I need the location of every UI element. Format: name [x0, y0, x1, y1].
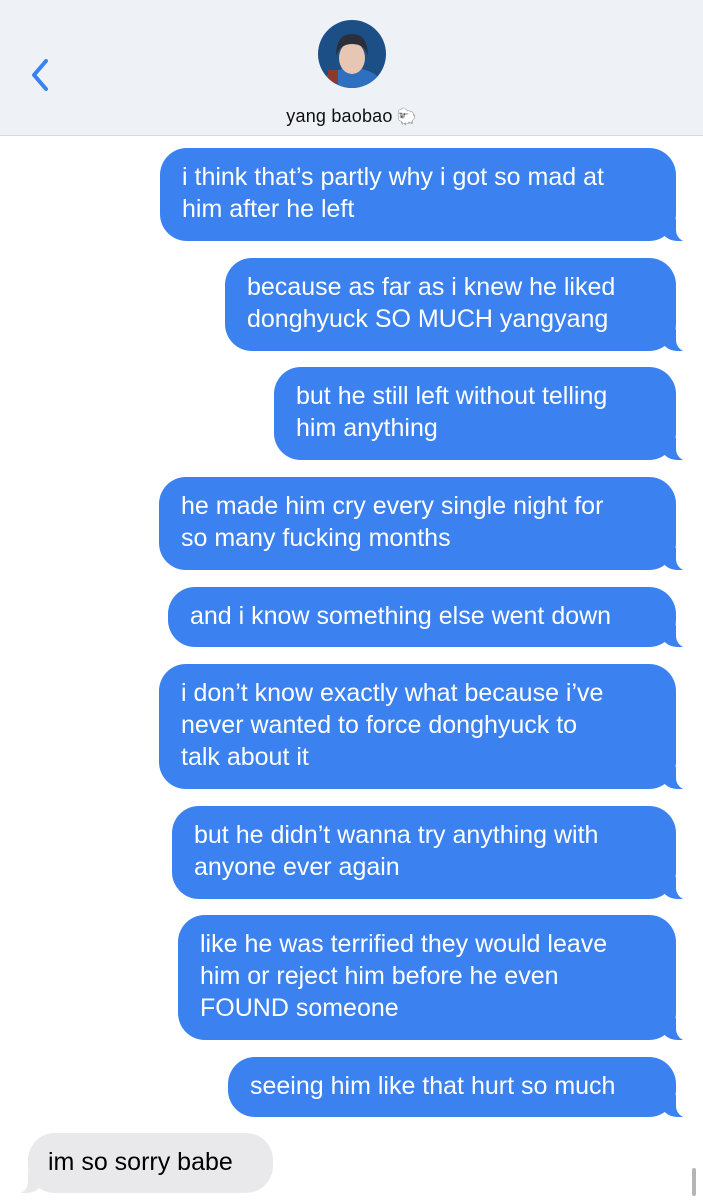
- scrollbar[interactable]: [692, 1168, 696, 1196]
- message-bubble-sent[interactable]: i don’t know exactly what because i’ve n…: [159, 664, 698, 790]
- message-bubble-sent[interactable]: i think that’s partly why i got so mad a…: [160, 148, 698, 242]
- message-bubble-received[interactable]: im so sorry babe: [6, 1133, 273, 1194]
- message-bubble-sent[interactable]: because as far as i knew he liked donghy…: [225, 258, 698, 352]
- contact-avatar[interactable]: [318, 20, 386, 88]
- contact-name: yang baobao: [286, 106, 393, 126]
- sheep-emoji: 🐑: [396, 109, 417, 126]
- conversation-header: yang baobao 🐑: [0, 0, 703, 136]
- message-bubble-sent[interactable]: seeing him like that hurt so much: [228, 1057, 698, 1118]
- message-bubble-sent[interactable]: but he didn’t wanna try anything with an…: [172, 806, 698, 900]
- back-button[interactable]: [26, 56, 56, 94]
- contact-name-label[interactable]: yang baobao 🐑: [0, 106, 703, 127]
- message-bubble-sent[interactable]: like he was terrified they would leave h…: [178, 915, 698, 1041]
- message-bubble-sent[interactable]: and i know something else went down: [168, 587, 698, 648]
- message-bubble-sent[interactable]: but he still left without telling him an…: [274, 367, 698, 461]
- chevron-left-icon: [32, 59, 48, 91]
- message-bubble-sent[interactable]: he made him cry every single night for s…: [159, 477, 698, 571]
